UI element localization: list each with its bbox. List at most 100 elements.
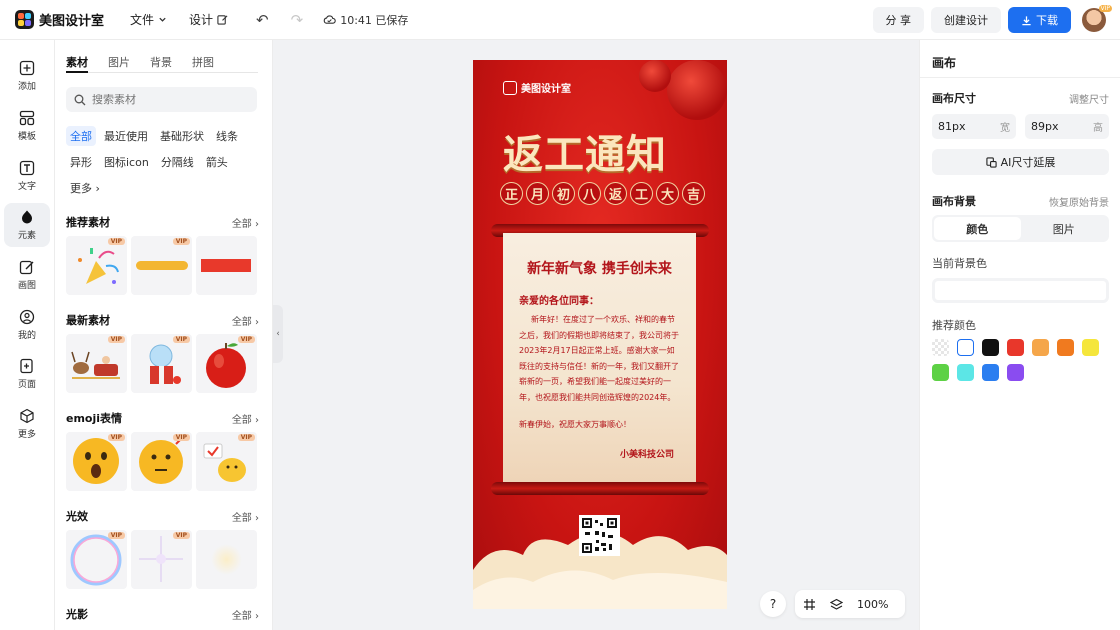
red-bar-graphic — [201, 259, 251, 272]
section-latest: 最新素材 全部 › — [66, 312, 259, 328]
vip-tag: VIP — [172, 238, 190, 245]
help-button[interactable]: ? — [760, 591, 786, 617]
current-bg-label: 当前背景色 — [932, 257, 987, 270]
material-thumb-gift-globe[interactable]: VIP — [131, 334, 192, 393]
rail-label: 更多 — [17, 430, 36, 440]
chip-basic-shapes[interactable]: 基础形状 — [156, 126, 208, 146]
scroll-signature: 小美科技公司 — [619, 450, 674, 460]
swatch-orange[interactable] — [1057, 339, 1074, 356]
segment-image[interactable]: 图片 — [1021, 217, 1108, 240]
material-thumb-thinking-emoji[interactable]: VIP — [131, 432, 192, 491]
swatch-purple[interactable] — [1007, 364, 1024, 381]
rail-item-page[interactable]: 页面 — [4, 352, 50, 396]
swatch-blue[interactable] — [982, 364, 999, 381]
ai-size-extend-button[interactable]: AI尺寸延展 — [932, 149, 1109, 175]
top-bar: 美图设计室 文件 设计 ↶ ↷ 10:41 已保存 分 享 创建设计 下载 VI… — [0, 0, 1120, 40]
undo-icon[interactable]: ↶ — [256, 11, 269, 29]
download-button[interactable]: 下载 — [1008, 7, 1071, 33]
avatar[interactable]: VIP — [1082, 5, 1112, 32]
rail-item-text[interactable]: 文字 — [4, 154, 50, 198]
design-menu[interactable]: 设计 — [189, 11, 228, 28]
rail-item-elements[interactable]: 元素 — [4, 203, 50, 247]
section-title: 推荐素材 — [66, 216, 110, 229]
height-field[interactable]: 89px 高 — [1025, 114, 1109, 139]
material-thumb-glow[interactable] — [196, 530, 257, 589]
chip-more[interactable]: 更多 › — [66, 178, 104, 198]
adjust-size-link[interactable]: 调整尺寸 — [1069, 91, 1109, 106]
chip-arrows[interactable]: 箭头 — [202, 152, 232, 172]
material-thumb-shocked-emoji[interactable]: VIP — [66, 432, 127, 491]
segment-color[interactable]: 颜色 — [934, 217, 1021, 240]
chip-icons[interactable]: 图标icon — [100, 152, 153, 172]
chip-dividers[interactable]: 分隔线 — [157, 152, 198, 172]
zoom-level[interactable]: 100% — [857, 598, 888, 611]
swatch-transparent[interactable] — [932, 339, 949, 356]
create-design-button[interactable]: 创建设计 — [931, 7, 1001, 33]
panel-divider — [920, 77, 1120, 78]
rail-item-draw[interactable]: 画图 — [4, 253, 50, 297]
tab-images[interactable]: 图片 — [108, 54, 130, 70]
see-all-link[interactable]: 全部 › — [232, 509, 259, 524]
tab-backgrounds[interactable]: 背景 — [150, 54, 172, 70]
design-menu-label: 设计 — [189, 13, 214, 27]
shapes-icon — [22, 210, 32, 224]
restore-bg-link[interactable]: 恢复原始背景 — [1049, 194, 1109, 209]
vip-tag: VIP — [172, 434, 190, 441]
material-thumb-sleigh[interactable]: VIP — [66, 334, 127, 393]
rail-item-add[interactable]: 添加 — [4, 54, 50, 98]
see-all-link[interactable]: 全部 › — [232, 313, 259, 328]
layers-icon[interactable] — [830, 598, 843, 611]
save-status-text: 10:41 已保存 — [340, 13, 409, 27]
current-bg-color-field[interactable] — [932, 278, 1109, 303]
grid-icon[interactable] — [803, 598, 816, 611]
see-all-link[interactable]: 全部 › — [232, 607, 259, 622]
swatch-light-orange[interactable] — [1032, 339, 1049, 356]
redo-icon[interactable]: ↷ — [291, 11, 304, 29]
width-field[interactable]: 81px 宽 — [932, 114, 1016, 139]
material-thumb-red-bar[interactable] — [196, 236, 257, 295]
canvas-poster[interactable]: 美图设计室 返工通知 正 月 初 八 返 工 大 吉 新年新气象 携手创未来 亲… — [473, 60, 727, 609]
swatch-white[interactable] — [957, 339, 974, 356]
rail-item-template[interactable]: 模板 — [4, 104, 50, 148]
material-thumb-chick-emoji[interactable]: VIP — [196, 432, 257, 491]
collapse-panel-handle[interactable]: ‹ — [273, 305, 283, 363]
vip-tag: VIP — [107, 238, 125, 245]
swatch-red[interactable] — [1007, 339, 1024, 356]
recommend-row: 推荐颜色 — [932, 317, 1109, 333]
chip-lines[interactable]: 线条 — [212, 126, 242, 146]
material-thumb-apple[interactable]: VIP — [196, 334, 257, 393]
swatch-green[interactable] — [932, 364, 949, 381]
vip-tag: VIP — [107, 532, 125, 539]
search-input[interactable] — [92, 93, 242, 106]
rail-item-mine[interactable]: 我的 — [4, 303, 50, 347]
material-thumb-brush-stroke[interactable]: VIP — [131, 236, 192, 295]
yellow-brush-graphic — [136, 261, 188, 270]
material-thumb-bubble[interactable]: VIP — [66, 530, 127, 589]
vip-tag: VIP — [237, 434, 255, 441]
see-all-link[interactable]: 全部 › — [232, 215, 259, 230]
app-logo[interactable]: 美图设计室 — [15, 10, 104, 29]
chip-all[interactable]: 全部 — [66, 126, 96, 146]
material-thumb-sparkle[interactable]: VIP — [131, 530, 192, 589]
subtitle-char: 返 — [604, 182, 627, 205]
vip-tag: VIP — [107, 336, 125, 343]
rail-item-more[interactable]: 更多 — [4, 402, 50, 446]
swatch-yellow[interactable] — [1082, 339, 1099, 356]
swatch-cyan[interactable] — [957, 364, 974, 381]
section-light-effects: 光效 全部 › — [66, 508, 259, 524]
see-all-link[interactable]: 全部 › — [232, 411, 259, 426]
save-status: 10:41 已保存 — [323, 12, 408, 28]
chip-recent[interactable]: 最近使用 — [100, 126, 152, 146]
share-button[interactable]: 分 享 — [872, 7, 924, 33]
chip-irregular[interactable]: 异形 — [66, 152, 96, 172]
tab-materials[interactable]: 素材 — [66, 54, 88, 70]
section-emoji: emoji表情 全部 › — [66, 410, 259, 426]
search-box[interactable] — [66, 87, 257, 112]
tab-collage[interactable]: 拼图 — [192, 54, 214, 70]
text-icon — [19, 160, 35, 176]
canvas-properties-panel: 画布 画布尺寸 调整尺寸 81px 宽 89px 高 AI尺寸延展 画布背景 恢… — [919, 40, 1120, 630]
file-menu[interactable]: 文件 — [130, 11, 167, 28]
cloud-check-icon — [323, 15, 336, 24]
swatch-black[interactable] — [982, 339, 999, 356]
material-thumb-party-popper[interactable]: VIP — [66, 236, 127, 295]
